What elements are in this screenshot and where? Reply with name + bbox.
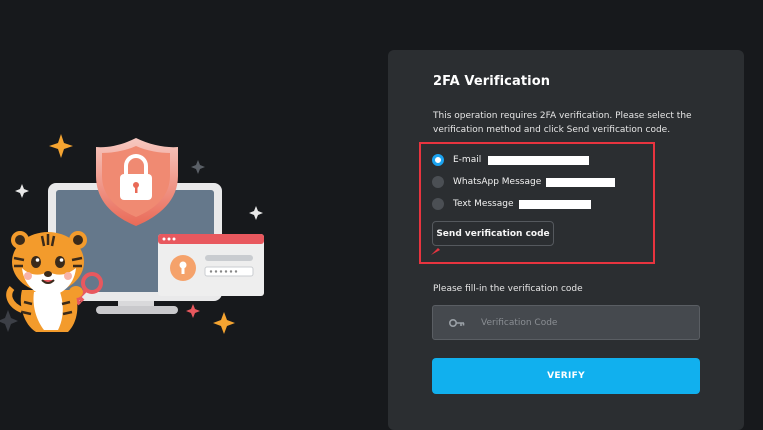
radio-whatsapp[interactable] [432, 176, 444, 188]
key-icon [449, 318, 465, 327]
sparkle-icon [0, 310, 18, 332]
code-field-label: Please fill-in the verification code [433, 284, 583, 294]
method-option-text[interactable]: Text Message [432, 197, 514, 211]
illustration [0, 0, 300, 408]
redacted-text [519, 200, 591, 209]
redacted-whatsapp [546, 178, 615, 187]
send-code-button[interactable]: Send verification code [432, 221, 554, 246]
sparkle-icon [191, 160, 205, 174]
sparkle-icon [249, 206, 263, 220]
sparkle-icon [49, 134, 73, 158]
annotation-marker [431, 248, 440, 255]
method-label-email: E-mail [453, 155, 482, 165]
verify-button[interactable]: VERIFY [432, 358, 700, 394]
panel-title: 2FA Verification [433, 74, 551, 89]
radio-text[interactable] [432, 198, 444, 210]
redacted-email [488, 156, 589, 165]
method-label-text: Text Message [453, 199, 514, 209]
verification-code-input[interactable] [479, 316, 663, 329]
tiger-mascot [6, 231, 87, 332]
panel-description: This operation requires 2FA verification… [433, 111, 692, 135]
lock-badge-icon [158, 234, 264, 296]
sparkle-icon [15, 184, 29, 198]
sparkle-icon [213, 312, 235, 334]
radio-email[interactable] [432, 154, 444, 166]
method-label-whatsapp: WhatsApp Message [453, 177, 542, 187]
sparkle-icon [186, 304, 200, 318]
method-option-whatsapp[interactable]: WhatsApp Message [432, 175, 541, 189]
verification-code-field[interactable] [432, 305, 700, 340]
method-option-email[interactable]: E-mail [432, 153, 481, 167]
